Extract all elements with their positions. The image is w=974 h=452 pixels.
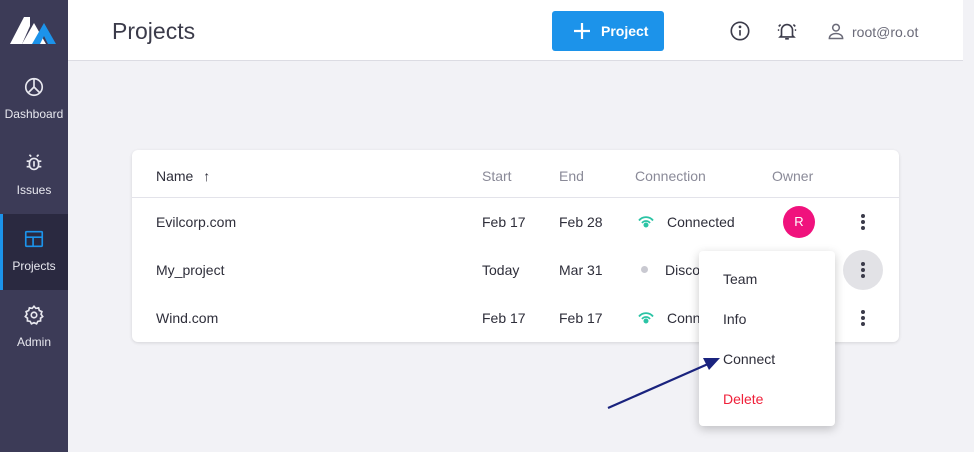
- sidebar-item-label: Issues: [16, 183, 52, 197]
- project-name[interactable]: Wind.com: [156, 310, 218, 326]
- sidebar-item-projects[interactable]: Projects: [0, 214, 68, 290]
- end-date: Feb 17: [559, 310, 603, 326]
- column-header-label: Name: [156, 168, 194, 184]
- menu-item-team[interactable]: Team: [699, 258, 835, 298]
- top-header: Projects Project root@ro.ot: [68, 0, 963, 61]
- column-header-owner[interactable]: Owner: [772, 168, 813, 184]
- dashboard-icon: [24, 77, 44, 97]
- project-name[interactable]: Evilcorp.com: [156, 214, 236, 230]
- user-name: root@ro.ot: [852, 24, 919, 40]
- row-actions-button[interactable]: [843, 250, 883, 290]
- sort-ascending-icon: ↑: [203, 168, 211, 184]
- add-project-button[interactable]: Project: [552, 11, 664, 51]
- sidebar-item-admin[interactable]: Admin: [0, 290, 68, 366]
- owner-avatar[interactable]: R: [783, 206, 815, 238]
- notification-bell-icon[interactable]: [776, 20, 798, 42]
- sidebar-item-issues[interactable]: Issues: [0, 138, 68, 214]
- connection-status: Disco: [665, 262, 701, 278]
- project-name[interactable]: My_project: [156, 262, 224, 278]
- page-title: Projects: [112, 18, 196, 44]
- menu-item-label: Connect: [723, 351, 776, 367]
- column-header-end[interactable]: End: [559, 168, 584, 184]
- sidebar-item-label: Projects: [12, 259, 56, 273]
- info-icon[interactable]: [729, 20, 751, 42]
- bug-icon: [26, 154, 42, 171]
- user-icon: [828, 23, 844, 40]
- table-row[interactable]: Evilcorp.com Feb 17 Feb 28 Connected R: [132, 198, 899, 246]
- menu-item-label: Info: [723, 311, 747, 327]
- column-header-name[interactable]: Name ↑: [156, 168, 210, 184]
- start-date: Feb 17: [482, 214, 526, 230]
- sidebar: Dashboard Issues Projects Admin: [0, 0, 68, 452]
- end-date: Mar 31: [559, 262, 603, 278]
- start-date: Feb 17: [482, 310, 526, 326]
- menu-item-label: Team: [723, 271, 758, 287]
- scrollbar-gutter: [963, 0, 974, 452]
- row-actions-button[interactable]: [843, 298, 883, 338]
- connection-status: Connected: [667, 214, 735, 230]
- add-project-label: Project: [601, 23, 649, 39]
- connected-signal-icon: [638, 216, 654, 228]
- gear-icon: [24, 305, 44, 325]
- row-context-menu: Team Info Connect Delete: [699, 251, 835, 426]
- sidebar-item-label: Dashboard: [4, 107, 64, 121]
- row-actions-button[interactable]: [843, 202, 883, 242]
- connected-signal-icon: [638, 312, 654, 324]
- column-header-start[interactable]: Start: [482, 168, 512, 184]
- plus-icon: [574, 23, 590, 39]
- sidebar-item-label: Admin: [16, 335, 51, 349]
- menu-item-label: Delete: [723, 391, 764, 407]
- connection-status: Conn: [667, 310, 701, 326]
- projects-icon: [24, 230, 44, 248]
- sidebar-item-dashboard[interactable]: Dashboard: [0, 62, 68, 138]
- start-date: Today: [482, 262, 520, 278]
- menu-item-connect[interactable]: Connect: [699, 338, 835, 378]
- end-date: Feb 28: [559, 214, 603, 230]
- menu-item-delete[interactable]: Delete: [699, 378, 835, 418]
- column-header-connection[interactable]: Connection: [635, 168, 706, 184]
- disconnected-dot-icon: [641, 266, 648, 273]
- app-logo[interactable]: [10, 17, 58, 45]
- menu-item-info[interactable]: Info: [699, 298, 835, 338]
